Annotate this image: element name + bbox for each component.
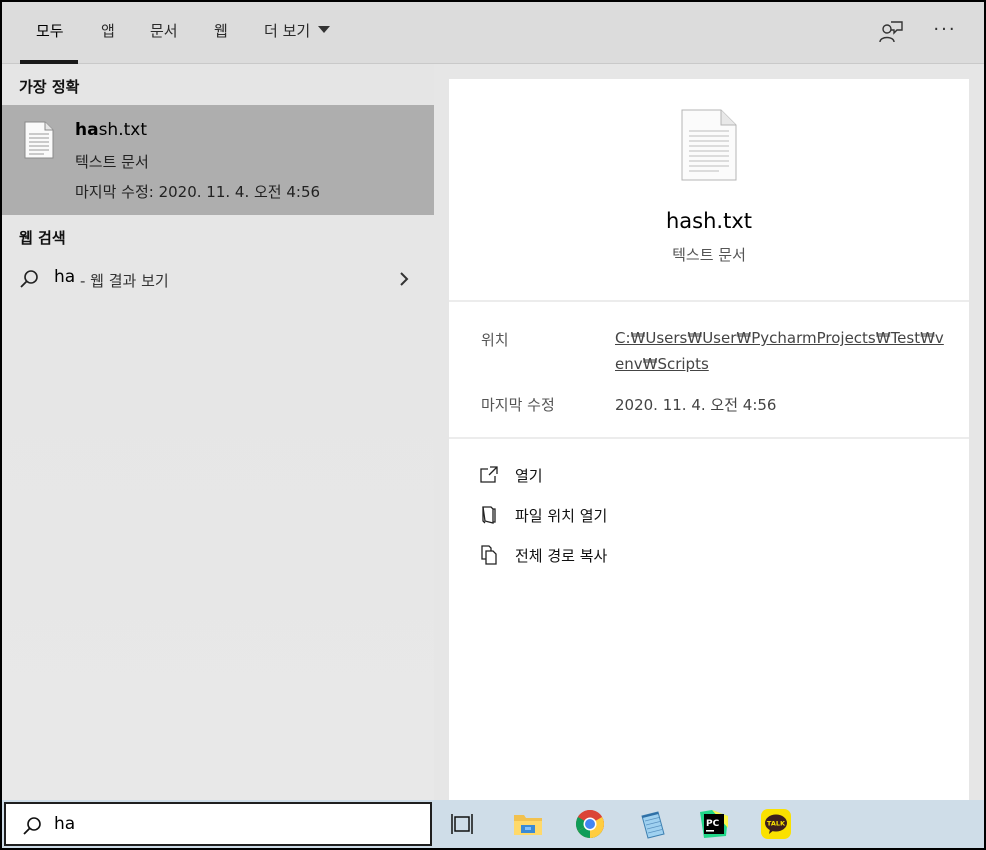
taskbar-search-box[interactable] [4, 802, 432, 846]
tab-more-label: 더 보기 [264, 22, 311, 40]
caret-down-icon [318, 26, 331, 33]
modified-value: 2020. 11. 4. 오전 4:56 [615, 396, 777, 414]
best-match-title-highlight: ha [75, 120, 99, 140]
best-match-heading: 가장 정확 [19, 78, 80, 96]
pycharm-icon[interactable]: PC [698, 808, 730, 840]
location-link[interactable]: C:₩Users₩User₩PycharmProjects₩Test₩venv₩… [615, 325, 945, 377]
tab-more[interactable]: 더 보기 [264, 20, 331, 42]
file-explorer-icon[interactable] [512, 808, 544, 840]
open-action-label: 열기 [515, 467, 543, 485]
web-search-suffix: - 웹 결과 보기 [80, 272, 169, 290]
copy-icon [481, 545, 497, 565]
preview-title: hash.txt [666, 209, 752, 233]
search-icon [20, 270, 38, 288]
chevron-right-icon[interactable] [398, 271, 410, 287]
taskbar: PC TALK [2, 800, 984, 848]
copy-full-path-label: 전체 경로 복사 [515, 547, 608, 565]
task-view-icon[interactable] [448, 808, 480, 840]
search-input[interactable] [54, 810, 414, 838]
folder-open-icon [482, 506, 496, 524]
feedback-icon [879, 21, 903, 43]
search-window: 모두 앱 문서 웹 더 보기 ··· 가장 정확 hash.txt 텍스트 문서… [2, 2, 984, 848]
open-icon [480, 466, 498, 483]
text-file-icon [24, 121, 54, 159]
more-options-button[interactable]: ··· [930, 16, 960, 44]
open-file-location-label: 파일 위치 열기 [515, 507, 608, 525]
feedback-button[interactable] [878, 19, 904, 45]
best-match-modified: 마지막 수정: 2020. 11. 4. 오전 4:56 [75, 183, 321, 201]
best-match-title: hash.txt [75, 120, 147, 140]
web-search-item[interactable]: ha - 웹 결과 보기 [2, 259, 434, 299]
web-search-query: ha [54, 267, 76, 287]
open-action[interactable]: 열기 [479, 463, 779, 489]
notepad-icon[interactable] [636, 808, 668, 840]
divider [449, 300, 969, 302]
results-panel: 가장 정확 hash.txt 텍스트 문서 마지막 수정: 2020. 11. … [2, 64, 434, 800]
copy-full-path-action[interactable]: 전체 경로 복사 [479, 543, 779, 569]
divider [449, 437, 969, 439]
tab-documents[interactable]: 문서 [150, 20, 178, 42]
best-match-title-rest: sh.txt [98, 120, 148, 140]
preview-pane: hash.txt 텍스트 문서 위치 C:₩Users₩User₩Pycharm… [449, 79, 969, 800]
kakaotalk-icon[interactable]: TALK [760, 808, 792, 840]
location-label: 위치 [481, 331, 509, 349]
chrome-icon[interactable] [574, 808, 606, 840]
preview-type: 텍스트 문서 [672, 246, 746, 264]
pycharm-icon-label: PC [706, 819, 720, 829]
tab-web[interactable]: 웹 [214, 20, 228, 42]
web-search-heading: 웹 검색 [19, 229, 66, 247]
open-file-location-action[interactable]: 파일 위치 열기 [479, 503, 779, 529]
tab-bar: 모두 앱 문서 웹 더 보기 ··· [2, 2, 984, 64]
tab-apps[interactable]: 앱 [101, 20, 115, 42]
kakaotalk-icon-label: TALK [767, 820, 786, 828]
best-match-type: 텍스트 문서 [75, 153, 149, 171]
modified-label: 마지막 수정 [481, 396, 555, 414]
best-match-item[interactable]: hash.txt 텍스트 문서 마지막 수정: 2020. 11. 4. 오전 … [2, 105, 434, 215]
text-file-icon [681, 109, 737, 181]
search-icon [23, 817, 41, 835]
tab-all[interactable]: 모두 [36, 20, 64, 42]
